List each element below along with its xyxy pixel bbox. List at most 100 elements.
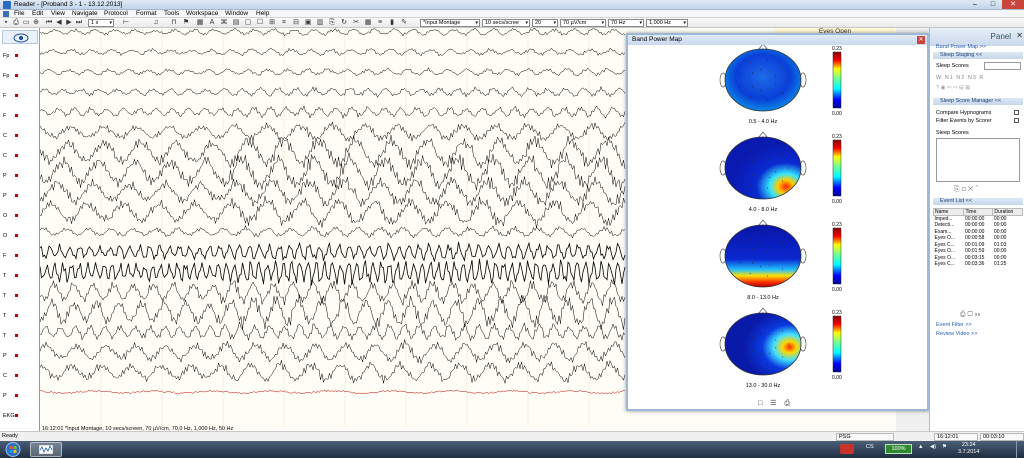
music-note-icon[interactable]: ♫: [152, 19, 160, 27]
zoom-icon[interactable]: ⊕: [32, 19, 40, 27]
sleep-stage-buttons[interactable]: W N1 N2 N3 R: [936, 75, 984, 81]
channel-label[interactable]: P: [3, 393, 17, 399]
event-col-duration[interactable]: Duration: [992, 208, 1023, 216]
tray-battery[interactable]: 100%: [885, 444, 912, 454]
show-desktop-button[interactable]: [1016, 441, 1024, 458]
channel-label[interactable]: T: [3, 293, 20, 299]
menu-file[interactable]: File: [14, 10, 24, 18]
edit-icon[interactable]: ✎: [400, 19, 408, 27]
montage-icon[interactable]: ≡: [376, 19, 384, 27]
band-power-map-close-button[interactable]: ✕: [917, 36, 925, 44]
menu-window[interactable]: Window: [225, 10, 248, 18]
crop-icon[interactable]: ⌗: [280, 19, 288, 27]
windows-start-icon[interactable]: [2, 441, 24, 458]
channel-label[interactable]: C: [3, 153, 18, 159]
sleep-staging-section[interactable]: Sleep Staging <<: [933, 52, 1023, 59]
sleep-score-manager-section[interactable]: Sleep Score Manager <<: [933, 98, 1023, 105]
channel-label[interactable]: F: [3, 93, 20, 99]
channel-label[interactable]: P: [3, 193, 17, 199]
ruler-icon[interactable]: ⊟: [292, 19, 300, 27]
print-icon[interactable]: ⎙: [784, 400, 790, 407]
text-icon[interactable]: A: [208, 19, 216, 27]
print-icon[interactable]: ⎙: [12, 19, 20, 27]
channel-label[interactable]: EKG: [3, 413, 18, 419]
channel-label[interactable]: T: [3, 273, 20, 279]
zoom-select[interactable]: 1 x: [88, 19, 114, 27]
measure-icon[interactable]: ⊞: [268, 19, 276, 27]
close-button[interactable]: ✕: [1002, 0, 1024, 9]
menu-view[interactable]: View: [51, 10, 65, 18]
channel-label[interactable]: T: [3, 333, 20, 339]
channel-label[interactable]: F: [3, 253, 20, 259]
view-toggle-button[interactable]: [2, 30, 38, 44]
sensitivity-select[interactable]: 70 µV/cm: [560, 19, 606, 27]
maximize-button[interactable]: □: [984, 0, 1002, 9]
stage-tool-icons[interactable]: ? ◉ ⇦ ⇨ ⊟ ⊠: [936, 85, 970, 91]
channel-label[interactable]: O: [3, 213, 20, 219]
window-icon[interactable]: ▣: [304, 19, 312, 27]
montage-select[interactable]: *Input Montage: [420, 19, 480, 27]
event-col-name[interactable]: Name: [932, 208, 965, 216]
timebase-icon[interactable]: ⊢: [122, 19, 130, 27]
tray-volume-icon[interactable]: ◀): [930, 444, 936, 450]
band-power-map-link[interactable]: Band Power Map >>: [936, 44, 986, 50]
menu-tools[interactable]: Tools: [164, 10, 179, 18]
taskbar-reader-app[interactable]: [30, 442, 62, 457]
marker-icon[interactable]: ⊓: [170, 19, 178, 27]
last-page-icon[interactable]: ⏭: [75, 19, 83, 27]
band-power-map-window[interactable]: Band Power Map ✕ 0.23 0.00 0.5 - 4.0 Hz …: [626, 33, 929, 411]
layout-icon[interactable]: ▥: [316, 19, 324, 27]
minimize-button[interactable]: –: [966, 0, 984, 9]
channel-label[interactable]: T: [3, 313, 20, 319]
channel-label[interactable]: C: [3, 133, 18, 139]
event-tool-icons[interactable]: ⎙ ▢ ☷: [960, 311, 980, 319]
menu-protocol[interactable]: Protocol: [104, 10, 128, 18]
refresh-icon[interactable]: ↻: [340, 19, 348, 27]
sleep-score-tool-icons[interactable]: ⎘ ⊡ ✕ ⌃: [954, 186, 979, 194]
sleep-scores-dropdown[interactable]: [984, 62, 1021, 70]
export-icon[interactable]: ⎘: [328, 19, 336, 27]
review-video-link[interactable]: Review Video >>: [936, 331, 977, 337]
menu-edit[interactable]: Edit: [32, 10, 43, 18]
tray-flag-icon[interactable]: ⚑: [942, 444, 947, 450]
tray-language[interactable]: CS: [866, 444, 874, 450]
filter-events-checkbox[interactable]: [1014, 118, 1019, 123]
tray-alert-icon[interactable]: [840, 444, 854, 454]
compare-hypnograms-checkbox[interactable]: [1014, 110, 1019, 115]
chart-icon[interactable]: ▦: [364, 19, 372, 27]
menu-workspace[interactable]: Workspace: [186, 10, 218, 18]
highpass-select[interactable]: 1,000 Hz: [646, 19, 688, 27]
next-page-icon[interactable]: ▶: [65, 19, 73, 27]
filter-icon[interactable]: ⌘: [220, 19, 228, 27]
channel-label[interactable]: O: [3, 233, 20, 239]
list-icon[interactable]: ☰: [770, 400, 776, 407]
open-icon[interactable]: ▭: [22, 19, 30, 27]
grid-icon[interactable]: ▤: [232, 19, 240, 27]
band-power-map-title[interactable]: Band Power Map: [628, 35, 927, 45]
menu-navigate[interactable]: Navigate: [72, 10, 98, 18]
event-filter-link[interactable]: Event Filter >>: [936, 322, 972, 328]
channel-label[interactable]: C: [3, 373, 18, 379]
tray-network-icon[interactable]: ▲: [918, 444, 923, 450]
event-table[interactable]: Name Time Duration Imped... 00:00:00 00:00…: [932, 208, 1023, 268]
event-row[interactable]: Eyes C... 00:03:36 01:25: [934, 261, 1023, 268]
calendar-icon[interactable]: ▦: [196, 19, 204, 27]
channel-label[interactable]: P: [3, 173, 17, 179]
panel-close-button[interactable]: ✕: [1016, 31, 1023, 40]
channel-label[interactable]: F: [3, 113, 20, 119]
event-col-time[interactable]: Time: [963, 208, 994, 216]
channels-select[interactable]: 20: [532, 19, 558, 27]
save-icon[interactable]: ▪: [2, 19, 10, 27]
channel-label[interactable]: Fp: [3, 73, 20, 79]
tray-clock[interactable]: 23:24 3.7.2014: [958, 442, 979, 456]
select-icon[interactable]: ▢: [244, 19, 252, 27]
speed-select[interactable]: 10 secs/scree: [482, 19, 530, 27]
menu-format[interactable]: Format: [136, 10, 157, 18]
cut-icon[interactable]: ✂: [352, 19, 360, 27]
event-list-section[interactable]: Event List <<: [933, 198, 1023, 205]
lowpass-select[interactable]: 70 Hz: [608, 19, 644, 27]
menu-help[interactable]: Help: [256, 10, 269, 18]
page-icon[interactable]: □: [758, 400, 762, 407]
hand-icon[interactable]: ☐: [256, 19, 264, 27]
bars-icon[interactable]: ▮: [388, 19, 396, 27]
